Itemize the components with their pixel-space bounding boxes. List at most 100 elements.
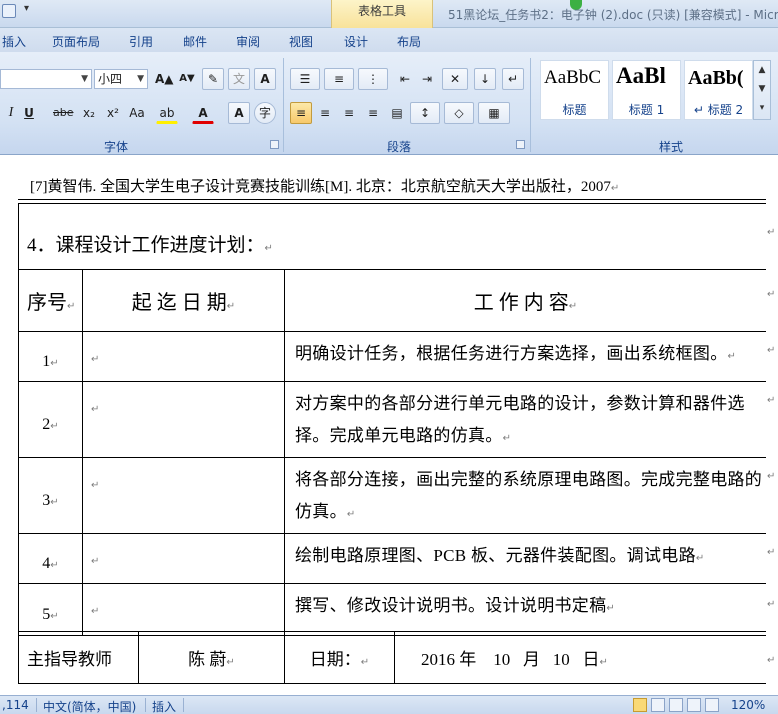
schedule-table[interactable]: 4．课程设计工作进度计划：↵ 序号↵ 起 迄 日 期↵ 工 作 内 容↵ 1↵ … bbox=[18, 203, 767, 636]
table-heading: 4．课程设计工作进度计划： bbox=[27, 235, 265, 256]
show-marks-icon[interactable]: ↵ bbox=[502, 68, 524, 90]
table-row: 2↵ ↵ 对方案中的各部分进行单元电路的设计，参数计算和器件选择。完成单元电路的… bbox=[18, 381, 767, 458]
row-number-cell[interactable]: 1↵ bbox=[18, 331, 83, 382]
row-end-mark: ↵ bbox=[767, 471, 776, 482]
align-center-icon[interactable]: ≡ bbox=[314, 102, 336, 124]
char-border-icon[interactable]: A bbox=[254, 68, 276, 90]
increase-indent-icon[interactable]: ⇥ bbox=[416, 68, 438, 90]
row-number-cell[interactable]: 2↵ bbox=[18, 381, 83, 458]
tab-review[interactable]: 审阅 bbox=[236, 33, 260, 50]
row-work-cell[interactable]: 对方案中的各部分进行单元电路的设计，参数计算和器件选择。完成单元电路的仿真。↵ bbox=[284, 381, 767, 458]
date-label-cell[interactable]: 日期：↵ bbox=[284, 631, 395, 684]
numbering-icon[interactable]: ≡ bbox=[324, 68, 354, 90]
borders-icon[interactable]: ▦ bbox=[478, 102, 510, 124]
font-color-button[interactable]: A bbox=[192, 102, 214, 124]
paragraph-mark: ↵ bbox=[695, 553, 705, 564]
print-layout-view-icon[interactable] bbox=[633, 698, 647, 712]
outline-view-icon[interactable] bbox=[687, 698, 701, 712]
save-icon[interactable] bbox=[2, 4, 16, 18]
tab-mailings[interactable]: 邮件 bbox=[183, 33, 207, 50]
row-work: 撰写、修改设计说明书。设计说明书定稿 bbox=[295, 596, 607, 615]
status-divider bbox=[145, 698, 146, 712]
table-heading-cell[interactable]: 4．课程设计工作进度计划：↵ bbox=[18, 203, 767, 270]
tab-references[interactable]: 引用 bbox=[129, 33, 153, 50]
style-heading-1[interactable]: AaBl 标题 1 bbox=[612, 60, 681, 120]
font-name-dropdown[interactable]: ▼ bbox=[0, 69, 92, 89]
full-screen-view-icon[interactable] bbox=[651, 698, 665, 712]
paragraph-mark: ↵ bbox=[91, 354, 100, 365]
style-title[interactable]: AaBbC 标题 bbox=[540, 60, 609, 120]
row-number-cell[interactable]: 5↵ bbox=[18, 583, 83, 636]
end-of-row-marks: ↵ ↵ ↵ ↵ ↵ ↵ ↵ ↵ bbox=[766, 155, 778, 695]
paragraph-mark: ↵ bbox=[599, 657, 608, 668]
row-date-cell[interactable]: ↵ bbox=[82, 583, 285, 636]
line-spacing-icon[interactable]: ↕ bbox=[410, 102, 440, 124]
draft-view-icon[interactable] bbox=[705, 698, 719, 712]
header-date[interactable]: 起 迄 日 期↵ bbox=[82, 269, 285, 332]
phonetic-guide-icon[interactable]: 文 bbox=[228, 68, 250, 90]
grow-font-button[interactable]: A▲ bbox=[152, 68, 177, 90]
tab-insert[interactable]: 插入 bbox=[2, 33, 26, 50]
supervisor-name-cell[interactable]: 陈 蔚↵ bbox=[138, 631, 285, 684]
font-dialog-launcher-icon[interactable] bbox=[270, 140, 279, 149]
header-no[interactable]: 序号↵ bbox=[18, 269, 83, 332]
paragraph-mark: ↵ bbox=[50, 420, 59, 432]
insert-mode[interactable]: 插入 bbox=[152, 698, 176, 714]
header-work[interactable]: 工 作 内 容↵ bbox=[284, 269, 767, 332]
row-work-cell[interactable]: 明确设计任务，根据任务进行方案选择，画出系统框图。↵ bbox=[284, 331, 767, 382]
row-date-cell[interactable]: ↵ bbox=[82, 381, 285, 458]
char-shading-button[interactable]: A bbox=[228, 102, 250, 124]
row-date-cell[interactable]: ↵ bbox=[82, 457, 285, 534]
status-bar: ,114 中文(简体，中国) 插入 120% bbox=[0, 695, 778, 714]
signature-table[interactable]: 主指导教师 陈 蔚↵ 日期：↵ 2016 年 10 月 10 日↵ bbox=[18, 631, 767, 684]
row-end-mark: ↵ bbox=[767, 289, 776, 300]
styles-gallery-scroll[interactable]: ▲ ▼ ▾ bbox=[753, 60, 771, 120]
align-left-icon[interactable]: ≡ bbox=[290, 102, 312, 124]
font-size-dropdown[interactable]: 小四 ▼ bbox=[94, 69, 148, 89]
row-end-mark: ↵ bbox=[767, 345, 776, 356]
style-heading-2[interactable]: AaBb( ↵ 标题 2 bbox=[684, 60, 753, 120]
align-right-icon[interactable]: ≡ bbox=[338, 102, 360, 124]
underline-button[interactable]: U bbox=[18, 102, 40, 124]
paragraph-dialog-launcher-icon[interactable] bbox=[516, 140, 525, 149]
row-date-cell[interactable]: ↵ bbox=[82, 533, 285, 584]
paragraph-mark: ↵ bbox=[502, 433, 512, 444]
strikethrough-button[interactable]: abe bbox=[50, 102, 77, 124]
bullets-icon[interactable]: ☰ bbox=[290, 68, 320, 90]
subscript-button[interactable]: x₂ bbox=[78, 102, 100, 124]
paragraph-mark: ↵ bbox=[226, 301, 236, 312]
shading-icon[interactable]: ◇ bbox=[444, 102, 474, 124]
supervisor-label-cell[interactable]: 主指导教师 bbox=[18, 631, 139, 684]
distributed-icon[interactable]: ▤ bbox=[386, 102, 408, 124]
zoom-level[interactable]: 120% bbox=[731, 698, 765, 712]
highlight-button[interactable]: ab bbox=[156, 102, 178, 124]
enclose-char-icon[interactable]: 字 bbox=[254, 102, 276, 124]
quick-access-dropdown-icon[interactable]: ▾ bbox=[24, 3, 29, 14]
decrease-indent-icon[interactable]: ⇤ bbox=[394, 68, 416, 90]
word-count[interactable]: ,114 bbox=[2, 698, 29, 712]
web-layout-view-icon[interactable] bbox=[669, 698, 683, 712]
tab-design[interactable]: 设计 bbox=[344, 33, 368, 50]
row-work-cell[interactable]: 撰写、修改设计说明书。设计说明书定稿↵ bbox=[284, 583, 767, 636]
date-value-cell[interactable]: 2016 年 10 月 10 日↵ bbox=[394, 631, 767, 684]
row-work-cell[interactable]: 将各部分连接，画出完整的系统原理电路图。完成完整电路的仿真。↵ bbox=[284, 457, 767, 534]
language-indicator[interactable]: 中文(简体，中国) bbox=[43, 698, 136, 714]
sort-icon[interactable]: ↓ bbox=[474, 68, 496, 90]
tab-layout[interactable]: 布局 bbox=[397, 33, 421, 50]
tab-view[interactable]: 视图 bbox=[289, 33, 313, 50]
change-case-button[interactable]: Aa bbox=[126, 102, 148, 124]
row-date-cell[interactable]: ↵ bbox=[82, 331, 285, 382]
row-number-cell[interactable]: 4↵ bbox=[18, 533, 83, 584]
row-work-cell[interactable]: 绘制电路原理图、PCB 板、元器件装配图。调试电路↵ bbox=[284, 533, 767, 584]
asian-layout-icon[interactable]: ✕ bbox=[442, 68, 468, 90]
justify-icon[interactable]: ≡ bbox=[362, 102, 384, 124]
tab-page-layout[interactable]: 页面布局 bbox=[52, 33, 100, 50]
row-end-mark: ↵ bbox=[767, 599, 776, 610]
superscript-button[interactable]: x² bbox=[102, 102, 124, 124]
font-size-value: 小四 bbox=[98, 72, 123, 86]
shrink-font-button[interactable]: A▼ bbox=[176, 68, 198, 90]
row-number-cell[interactable]: 3↵ bbox=[18, 457, 83, 534]
multilevel-list-icon[interactable]: ⋮ bbox=[358, 68, 388, 90]
clear-format-icon[interactable]: ✎ bbox=[202, 68, 224, 90]
document-area[interactable]: [7]黄智伟. 全国大学生电子设计竞赛技能训练[M]. 北京：北京航空航天大学出… bbox=[0, 155, 778, 695]
